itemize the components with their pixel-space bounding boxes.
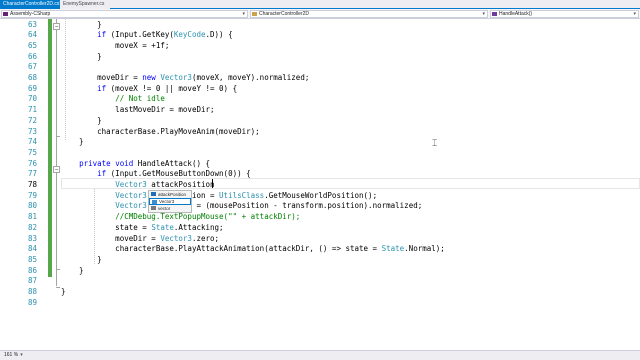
line-number: 79 [27,190,37,200]
code-line[interactable]: } [61,52,102,63]
code-line[interactable]: if (Input.GetMouseButtonDown(0)) { [61,169,251,180]
code-line[interactable]: moveDir = Vector3.zero; [61,234,219,245]
line-number: 64 [27,30,37,40]
class-dropdown-value: CharacterController2D [259,11,310,17]
line-number: 77 [27,169,37,179]
outline-line [56,287,60,288]
intellisense-item-label: attackPosition [158,192,187,197]
chevron-down-icon: ▾ [242,11,245,17]
code-line[interactable]: if (moveX != 0 || moveY != 0) { [61,84,237,95]
line-number: 88 [27,287,37,296]
code-line[interactable]: Vector3 = (mousePosition - transform.pos… [61,201,422,212]
code-line[interactable]: } [61,116,102,127]
collapse-toggle-icon[interactable]: − [53,23,60,30]
chevron-down-icon: ▾ [482,11,485,17]
member-dropdown-value: HandleAttack() [499,11,533,17]
line-number: 86 [27,265,37,275]
line-number: 80 [27,201,37,211]
code-line[interactable]: moveDir = new Vector3(moveX, moveY).norm… [61,73,309,84]
class-icon [252,12,257,16]
mouse-cursor-icon: ⌶ [432,139,438,149]
project-dropdown[interactable]: Assembly-CSharp ▾ [1,10,248,18]
intellisense-item[interactable]: attackPosition [149,191,191,198]
chevron-down-icon: ▾ [633,11,636,17]
tab-label: EnemySpawner.cs [63,1,105,7]
intellisense-item-label: vector [158,206,171,211]
document-tab-strip: CharacterController2D.cs*× EnemySpawner.… [0,0,640,9]
intellisense-item[interactable]: vector [149,205,191,212]
editor-status-bar: 161 % ▾ [0,350,640,360]
code-line[interactable]: } [61,287,66,298]
outline-line [56,136,60,137]
code-line[interactable]: } [61,137,84,148]
zoom-dropdown[interactable]: 161 % ▾ [4,352,23,359]
line-number: 66 [27,51,37,61]
line-number: 70 [27,94,37,104]
code-line[interactable]: characterBase.PlayAttackAnimation(attack… [61,244,445,255]
line-number: 68 [27,73,37,82]
project-dropdown-value: Assembly-CSharp [10,11,51,17]
tab-enemyspawner[interactable]: EnemySpawner.cs [60,0,110,9]
line-number: 74 [27,137,37,147]
line-number: 67 [27,62,37,72]
code-line[interactable]: characterBase.PlayMoveAnim(moveDir); [61,127,260,138]
code-editor[interactable]: − − 63 } 64 if (Input.GetKey(KeyCode.D)) … [0,19,640,350]
line-number: 75 [27,147,37,157]
change-indicator [48,19,52,161]
csharp-project-icon [3,12,8,16]
collapse-toggle-icon[interactable]: − [53,166,60,173]
line-number: 73 [27,126,37,136]
tab-charactercontroller2d[interactable]: CharacterController2D.cs*× [0,0,67,9]
field-icon [151,192,156,196]
chevron-down-icon: ▾ [20,352,23,358]
line-number: 81 [27,212,37,222]
line-number: 72 [27,115,37,125]
line-number: 76 [27,158,37,168]
line-number: 83 [27,233,37,243]
code-line[interactable]: Vector3 tion = UtilsClass.GetMouseWorldP… [61,191,377,202]
line-number: 85 [27,254,37,264]
code-line[interactable]: if (Input.GetKey(KeyCode.D)) { [61,30,232,41]
class-dropdown[interactable]: CharacterController2D ▾ [250,10,488,18]
line-number: 89 [27,297,37,307]
intellisense-item-selected[interactable]: Vector3 [149,198,191,205]
snippet-icon [151,206,156,210]
code-line[interactable]: } [61,255,102,266]
intellisense-popup[interactable]: attackPosition Vector3 vector [148,190,192,213]
code-line[interactable]: } [61,20,102,31]
struct-icon [152,200,157,204]
code-line[interactable]: moveX = +1f; [61,41,169,52]
line-number: 78 [27,180,37,189]
line-number: 71 [27,105,37,115]
intellisense-item-label: Vector3 [159,199,175,204]
line-number: 84 [27,244,37,254]
text-caret [212,179,213,188]
code-line[interactable]: private void HandleAttack() { [61,159,210,170]
line-number: 69 [27,83,37,93]
change-indicator [48,160,52,277]
zoom-level: 161 % [4,352,19,358]
line-number: 65 [27,40,37,50]
code-line[interactable]: state = State.Attacking; [61,223,223,234]
code-line[interactable]: //CMDebug.TextPopupMouse("" + attackDir)… [61,212,300,223]
line-number: 82 [27,222,37,232]
code-line[interactable]: lastMoveDir = moveDir; [61,105,214,116]
tab-label: CharacterController2D.cs* [3,1,62,7]
outline-line [56,269,60,270]
line-number: 63 [27,19,37,29]
method-icon [492,12,497,16]
member-dropdown[interactable]: HandleAttack() ▾ [490,10,639,18]
navigation-bar: Assembly-CSharp ▾ CharacterController2D … [0,9,640,19]
code-line[interactable]: } [61,266,84,277]
code-line[interactable]: // Not idle [61,94,165,105]
line-number: 87 [27,276,37,286]
